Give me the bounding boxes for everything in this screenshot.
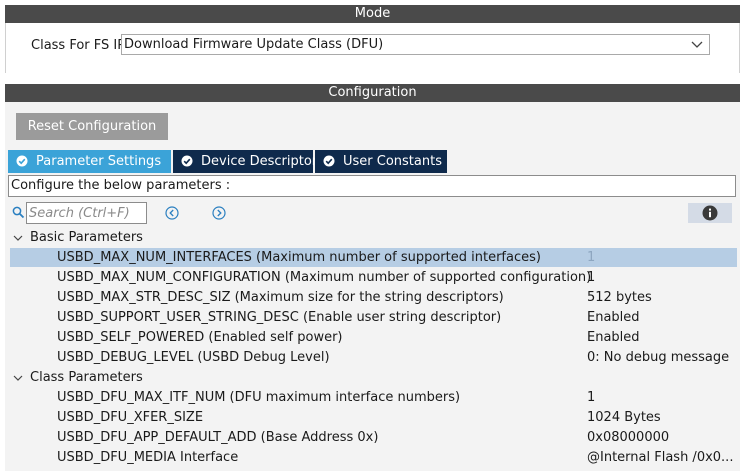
param-name: USBD_DEBUG_LEVEL (USBD Debug Level) [57, 350, 330, 365]
tab-parameter-settings[interactable]: Parameter Settings [8, 150, 171, 173]
param-name: USBD_SUPPORT_USER_STRING_DESC (Enable us… [57, 310, 502, 325]
configuration-panel: Reset Configuration Parameter Settings D… [5, 102, 740, 471]
param-value[interactable]: 0x08000000 [587, 428, 669, 447]
param-row[interactable]: USBD_DFU_MEDIA Interface @Internal Flash… [10, 448, 737, 467]
param-value[interactable]: 1 [587, 268, 595, 287]
tab-label: Device Descriptor [201, 154, 318, 169]
param-row[interactable]: USBD_DFU_XFER_SIZE 1024 Bytes [10, 408, 737, 427]
info-icon [702, 205, 718, 221]
param-name: USBD_DFU_APP_DEFAULT_ADD (Base Address 0… [57, 430, 379, 445]
param-row[interactable]: USBD_DFU_APP_DEFAULT_ADD (Base Address 0… [10, 428, 737, 447]
mode-panel: Class For FS IP Download Firmware Update… [5, 23, 740, 73]
search-icon [12, 206, 25, 219]
check-circle-icon [323, 155, 335, 167]
param-name: USBD_DFU_MEDIA Interface [57, 450, 239, 465]
param-name: USBD_MAX_NUM_INTERFACES (Maximum number … [57, 250, 541, 265]
group-label: Class Parameters [30, 370, 143, 385]
param-name: USBD_DFU_MAX_ITF_NUM (DFU maximum interf… [57, 390, 461, 405]
param-value[interactable]: 512 bytes [587, 288, 652, 307]
tab-label: Parameter Settings [36, 154, 162, 169]
group-label: Basic Parameters [30, 230, 143, 245]
param-value[interactable]: Enabled [587, 308, 640, 327]
param-name: USBD_MAX_STR_DESC_SIZ (Maximum size for … [57, 290, 504, 305]
tab-device-descriptor[interactable]: Device Descriptor [173, 150, 317, 173]
configure-hint: Configure the below parameters : [8, 175, 736, 197]
mode-section-header: Mode [5, 5, 740, 23]
param-row[interactable]: USBD_MAX_STR_DESC_SIZ (Maximum size for … [10, 288, 737, 307]
param-row[interactable]: USBD_MAX_NUM_INTERFACES (Maximum number … [10, 248, 737, 267]
param-row[interactable]: USBD_DFU_MAX_ITF_NUM (DFU maximum interf… [10, 388, 737, 407]
param-row[interactable]: USBD_DEBUG_LEVEL (USBD Debug Level) 0: N… [10, 348, 737, 367]
reset-configuration-button[interactable]: Reset Configuration [16, 113, 168, 140]
class-for-fs-ip-select[interactable]: Download Firmware Update Class (DFU) [121, 34, 710, 55]
param-row[interactable]: USBD_SUPPORT_USER_STRING_DESC (Enable us… [10, 308, 737, 327]
tab-user-constants[interactable]: User Constants [315, 150, 447, 173]
check-circle-icon [16, 155, 28, 167]
param-value[interactable]: 0: No debug message [587, 348, 729, 367]
group-basic-parameters[interactable]: Basic Parameters [10, 228, 737, 247]
check-circle-icon [181, 155, 193, 167]
arrow-left-circle-icon[interactable] [165, 206, 179, 220]
chevron-down-icon [13, 235, 23, 241]
search-input[interactable] [26, 202, 147, 224]
param-value[interactable]: 1 [587, 388, 595, 407]
arrow-right-circle-icon[interactable] [212, 206, 226, 220]
configuration-section-header: Configuration [5, 84, 740, 102]
param-name: USBD_DFU_XFER_SIZE [57, 410, 204, 425]
param-value[interactable]: Enabled [587, 328, 640, 347]
chevron-down-icon [13, 375, 23, 381]
param-row[interactable]: USBD_MAX_NUM_CONFIGURATION (Maximum numb… [10, 268, 737, 287]
param-name: USBD_MAX_NUM_CONFIGURATION (Maximum numb… [57, 270, 592, 285]
group-class-parameters[interactable]: Class Parameters [10, 368, 737, 387]
chevron-down-icon [691, 41, 703, 48]
param-value[interactable]: @Internal Flash /0x0... [587, 448, 733, 467]
class-for-fs-ip-value: Download Firmware Update Class (DFU) [124, 37, 384, 52]
param-row[interactable]: USBD_SELF_POWERED (Enabled self power) E… [10, 328, 737, 347]
param-value[interactable]: 1 [587, 248, 595, 267]
param-name: USBD_SELF_POWERED (Enabled self power) [57, 330, 343, 345]
param-value[interactable]: 1024 Bytes [587, 408, 661, 427]
class-for-fs-ip-label: Class For FS IP [31, 38, 126, 53]
info-button[interactable] [688, 203, 732, 223]
tab-label: User Constants [343, 154, 442, 169]
